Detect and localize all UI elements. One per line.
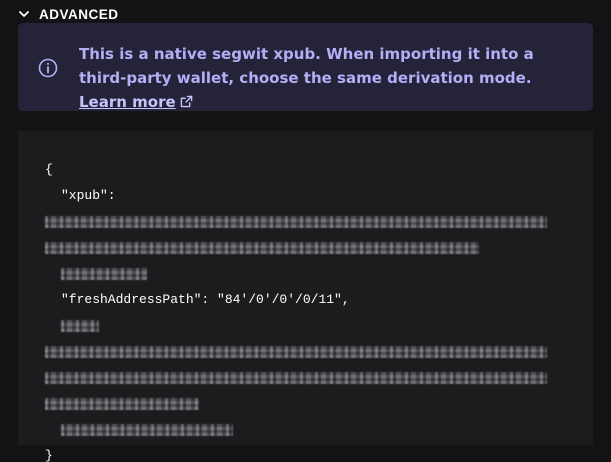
json-xpub-key: "xpub": xyxy=(61,188,116,203)
redacted-text xyxy=(45,216,547,228)
redacted-text xyxy=(45,372,547,384)
external-link-icon xyxy=(180,95,192,108)
redacted-text xyxy=(61,424,233,436)
redacted-text xyxy=(45,346,547,358)
section-title: ADVANCED xyxy=(39,6,119,22)
info-message: This is a native segwit xpub. When impor… xyxy=(79,45,534,87)
learn-more-label: Learn more xyxy=(79,93,176,111)
json-content: { "xpub": "freshAddressPath": "84'/0'/0'… xyxy=(45,157,547,462)
redacted-text xyxy=(61,320,99,332)
redacted-line xyxy=(45,209,547,235)
redacted-line xyxy=(45,365,547,391)
redacted-line xyxy=(45,235,547,261)
redacted-line xyxy=(45,417,547,443)
json-open-brace: { xyxy=(45,162,53,177)
redacted-line xyxy=(45,261,547,287)
redacted-text xyxy=(45,242,479,254)
redacted-line xyxy=(45,313,547,339)
redacted-line xyxy=(45,339,547,365)
xpub-json-code-block: { "xpub": "freshAddressPath": "84'/0'/0'… xyxy=(18,131,593,462)
learn-more-link[interactable]: Learn more xyxy=(79,93,193,111)
json-close-brace: } xyxy=(45,448,53,462)
redacted-text xyxy=(45,398,199,410)
info-text: This is a native segwit xpub. When impor… xyxy=(79,42,579,114)
advanced-section-toggle[interactable]: ADVANCED xyxy=(18,4,119,24)
redacted-line xyxy=(45,391,547,417)
info-banner: This is a native segwit xpub. When impor… xyxy=(18,23,593,111)
redacted-text xyxy=(61,268,147,280)
json-fresh-address-path: "freshAddressPath": "84'/0'/0'/0/11", xyxy=(61,292,350,307)
chevron-down-icon xyxy=(19,11,29,17)
info-circle-icon xyxy=(38,58,58,78)
